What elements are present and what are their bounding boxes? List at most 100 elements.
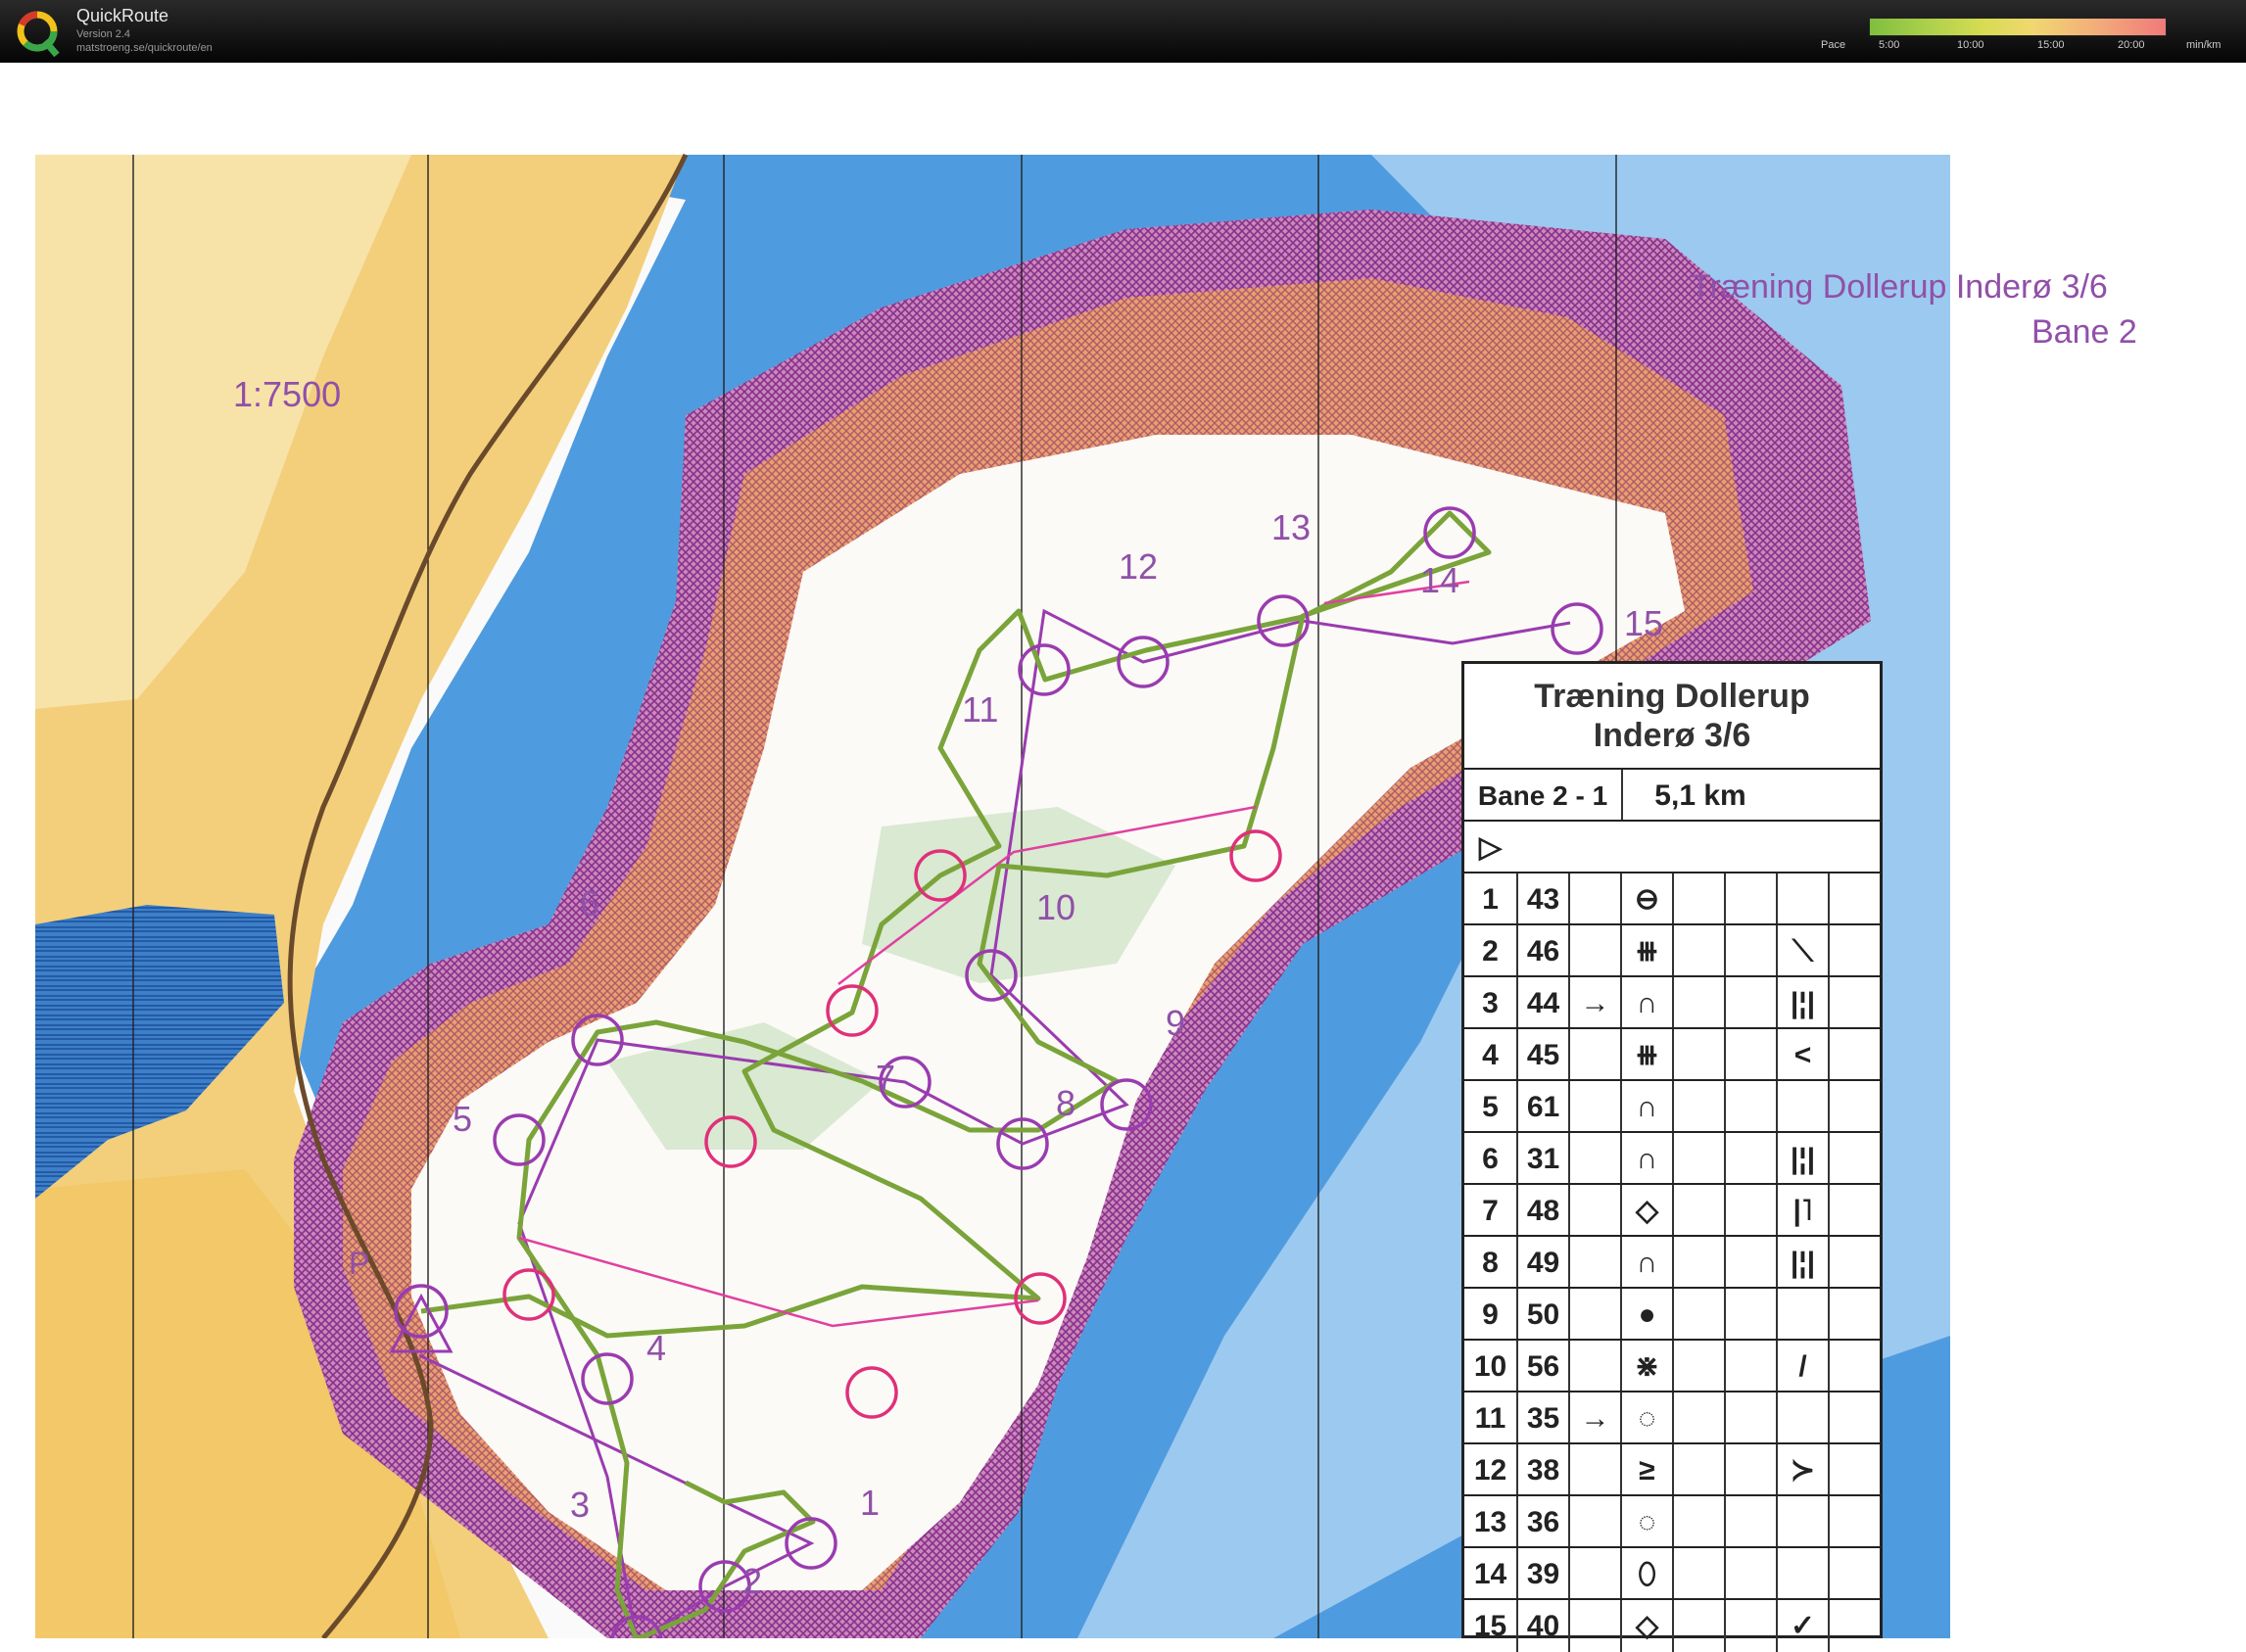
control-row: 6 31 ∩ |¦|: [1464, 1131, 1880, 1185]
control-feature-symbol: ◌: [1620, 1496, 1672, 1548]
control-code: 44: [1516, 977, 1568, 1029]
title-bar: QuickRoute Version 2.4 matstroeng.se/qui…: [0, 0, 2246, 63]
control-column-e: [1672, 1600, 1724, 1652]
control-location-symbol: ✓: [1776, 1600, 1828, 1652]
control-column-e: [1672, 1496, 1724, 1548]
control-row: 15 40 ◇ ✓: [1464, 1598, 1880, 1652]
control-number-label: 10: [1036, 887, 1076, 927]
pace-tick: 10:00: [1957, 39, 1984, 51]
control-location-symbol: ⟍: [1776, 925, 1828, 977]
control-order: 7: [1482, 1195, 1499, 1227]
start-marker-label: P: [349, 1246, 370, 1281]
control-row: 12 38 ≥ ≻: [1464, 1442, 1880, 1496]
app-url[interactable]: matstroeng.se/quickroute/en: [76, 42, 213, 54]
control-code: 38: [1516, 1444, 1568, 1496]
control-location-symbol: [1776, 1548, 1828, 1600]
control-number-label: 1: [860, 1483, 881, 1523]
control-column-f: [1724, 1289, 1776, 1341]
control-column-f: [1724, 873, 1776, 925]
control-code: 35: [1516, 1392, 1568, 1444]
control-column-h: [1828, 1548, 1880, 1600]
control-number-label: 4: [646, 1328, 667, 1368]
control-order: 13: [1473, 1506, 1507, 1538]
control-column-e: [1672, 1185, 1724, 1237]
control-feature-symbol: ◌: [1620, 1392, 1672, 1444]
control-column-e: [1672, 1289, 1724, 1341]
control-column-h: [1828, 1029, 1880, 1081]
control-location-symbol: [1776, 1081, 1828, 1133]
control-number-label: 11: [962, 689, 999, 730]
control-arrow: [1568, 1600, 1620, 1652]
start-triangle-icon: ▷: [1478, 831, 1503, 864]
control-number-label: 7: [876, 1058, 896, 1098]
control-arrow: [1568, 1029, 1620, 1081]
sheet-start-row: ▷: [1464, 820, 1880, 873]
control-column-e: [1672, 1444, 1724, 1496]
control-location-symbol: |¦|: [1776, 977, 1828, 1029]
control-row: 1 43 ⊖: [1464, 872, 1880, 925]
control-feature-symbol: ∩: [1620, 1081, 1672, 1133]
map-viewport[interactable]: 1:7500 Træning Dollerup Inderø 3/6 Bane …: [0, 63, 2246, 1652]
control-location-symbol: <: [1776, 1029, 1828, 1081]
control-column-f: [1724, 1392, 1776, 1444]
control-column-f: [1724, 977, 1776, 1029]
control-column-f: [1724, 1600, 1776, 1652]
pace-tick: 15:00: [2037, 39, 2065, 51]
control-column-h: [1828, 1133, 1880, 1185]
control-code: 56: [1516, 1341, 1568, 1392]
control-feature-symbol: ⧻: [1620, 925, 1672, 977]
control-arrow: →: [1568, 977, 1620, 1029]
control-row: 7 48 ◇ |˥: [1464, 1183, 1880, 1237]
control-feature-symbol: ∩: [1620, 977, 1672, 1029]
control-code: 39: [1516, 1548, 1568, 1600]
sheet-title-line2: Inderø 3/6: [1593, 717, 1751, 754]
control-number-label: 15: [1624, 603, 1664, 643]
sheet-course: Bane 2 - 1: [1477, 780, 1608, 811]
control-code: 50: [1516, 1289, 1568, 1341]
control-column-e: [1672, 1133, 1724, 1185]
control-feature-symbol: ⊖: [1620, 873, 1672, 925]
control-row: 2 46 ⧻ ⟍: [1464, 923, 1880, 977]
control-arrow: [1568, 1185, 1620, 1237]
control-feature-symbol: ≥: [1620, 1444, 1672, 1496]
map-event-title: Træning Dollerup Inderø 3/6: [1691, 268, 2108, 306]
control-order: 14: [1473, 1558, 1507, 1590]
control-column-h: [1828, 1444, 1880, 1496]
control-order: 15: [1473, 1610, 1507, 1642]
control-feature-symbol: ⋇: [1620, 1341, 1672, 1392]
control-order: 6: [1482, 1143, 1499, 1175]
control-row: 14 39 ⬯: [1464, 1546, 1880, 1600]
control-arrow: [1568, 1444, 1620, 1496]
control-code: 40: [1516, 1600, 1568, 1652]
control-column-h: [1828, 873, 1880, 925]
control-arrow: [1568, 925, 1620, 977]
quickroute-logo-icon: [17, 11, 60, 57]
control-number-label: 8: [1056, 1083, 1076, 1123]
control-arrow: [1568, 1496, 1620, 1548]
control-arrow: [1568, 1548, 1620, 1600]
control-order: 11: [1474, 1402, 1506, 1435]
control-order: 9: [1482, 1298, 1499, 1331]
pace-unit: min/km: [2186, 39, 2222, 51]
sheet-title-line1: Træning Dollerup: [1534, 678, 1810, 715]
control-arrow: [1568, 1341, 1620, 1392]
control-column-e: [1672, 1341, 1724, 1392]
control-arrow: [1568, 1081, 1620, 1133]
control-column-e: [1672, 873, 1724, 925]
control-column-f: [1724, 1444, 1776, 1496]
app-version: Version 2.4: [76, 28, 131, 40]
control-code: 49: [1516, 1237, 1568, 1289]
control-row: 8 49 ∩ |¦|: [1464, 1235, 1880, 1289]
control-feature-symbol: ◇: [1620, 1185, 1672, 1237]
control-order: 8: [1482, 1247, 1499, 1279]
control-order: 3: [1482, 987, 1499, 1019]
control-order: 2: [1482, 935, 1499, 968]
control-code: 36: [1516, 1496, 1568, 1548]
control-location-symbol: |¦|: [1776, 1237, 1828, 1289]
control-number-label: 3: [570, 1485, 591, 1525]
control-column-e: [1672, 1548, 1724, 1600]
control-column-e: [1672, 925, 1724, 977]
sheet-distance: 5,1 km: [1621, 770, 1778, 822]
pace-label: Pace: [1821, 39, 1846, 51]
control-feature-symbol: ⬯: [1620, 1548, 1672, 1600]
